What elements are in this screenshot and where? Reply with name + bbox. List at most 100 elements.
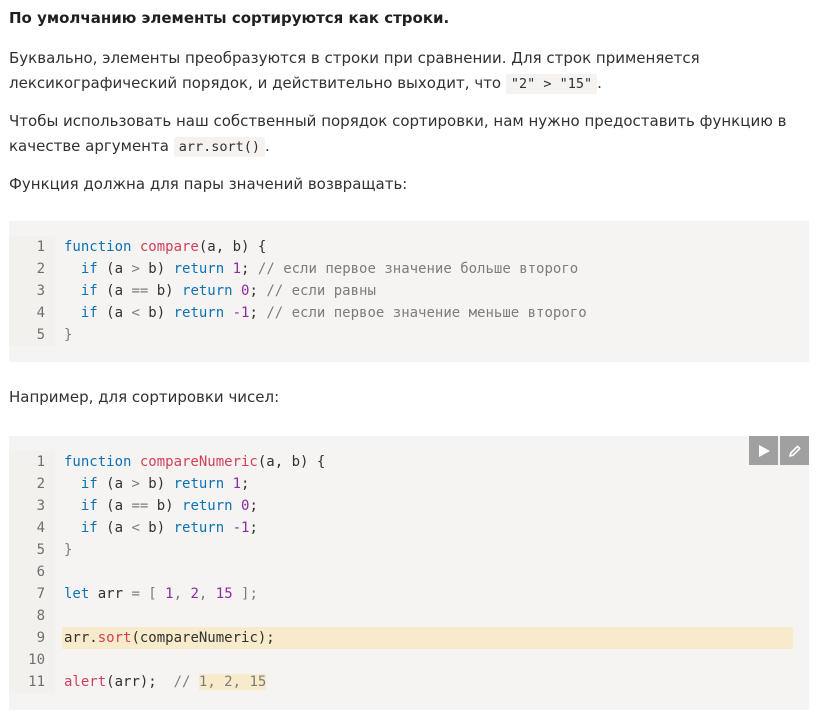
code-line: function compare(a, b) { [64,236,809,258]
code-token: 15 [215,586,233,602]
code-block-compare: 1 2 3 4 5 function compare(a, b) { if (a… [9,221,809,362]
code-token: -1 [232,305,250,321]
code-token: == [131,283,149,299]
code-line: let arr = [ 1, 2, 15 ]; [64,583,809,605]
code-token: if [64,476,98,492]
code-token: > [131,261,140,277]
code-token: return [173,520,233,536]
paragraph-custom-order: Чтобы использовать наш собственный поряд… [9,109,816,160]
code-line: if (a < b) return -1; [64,517,809,539]
line-number: 3 [36,498,45,514]
code-comment: // если равны [266,283,376,299]
code-token: < [131,520,140,536]
code-comment-highlighted: 1, 2, 15 [198,674,267,690]
paragraph-function-returns: Функция должна для пары значений возвращ… [9,175,408,193]
line-numbers: 1 2 3 4 5 [9,236,55,346]
code-line-highlighted: arr.sort(compareNumeric); [62,627,793,649]
code-token: (a [97,305,132,321]
code-token: } [64,542,73,558]
code-token: function [64,239,140,255]
code-line: } [64,324,809,346]
line-number: 11 [28,674,45,690]
code-token: ]; [232,586,258,602]
line-number: 10 [28,652,45,668]
code-token: (compareNumeric); [131,630,275,646]
code-token: alert [64,674,107,690]
code-token: ; [249,498,258,514]
code-token: 1 [165,586,174,602]
line-number: 3 [36,283,45,299]
code-token: b) [139,305,174,321]
code-token: arr. [64,630,98,646]
code-token: b) [148,498,183,514]
play-icon [758,444,770,457]
code-token: 2 [190,586,199,602]
inline-code-arr-sort: arr.sort() [173,137,265,157]
code-block-compare-numeric: 1 2 3 4 5 6 7 8 9 10 11 function compare… [9,436,809,710]
code-line: } [64,539,809,561]
edit-button[interactable] [780,436,809,465]
code-token: sort [97,630,132,646]
line-numbers: 1 2 3 4 5 6 7 8 9 10 11 [9,451,55,693]
code-token: if [64,520,98,536]
code-token: if [64,498,98,514]
line-number: 5 [36,327,45,343]
inline-code-comparison: "2" > "15" [505,74,598,94]
code-token: if [64,283,98,299]
code-line: function compareNumeric(a, b) { [64,451,809,473]
code-token: (a, b) { [257,454,326,470]
code-token: compare [139,239,199,255]
run-button[interactable] [749,436,778,465]
code-comment: // [173,674,199,690]
code-token: b) [139,261,174,277]
code-token: (a [97,476,132,492]
code-lines: function compareNumeric(a, b) { if (a > … [55,451,809,693]
line-number: 8 [36,608,45,624]
line-number: 6 [36,564,45,580]
line-number: 7 [36,586,45,602]
code-token: -1 [232,520,250,536]
code-token: == [131,498,149,514]
code-token: (a [97,283,132,299]
article-content: По умолчанию элементы сортируются как ст… [0,0,825,710]
code-token: if [64,261,98,277]
code-token: [ [139,586,166,602]
code-line: if (a < b) return -1; // если первое зна… [64,302,809,324]
code-token: b) [139,476,174,492]
code-line: if (a > b) return 1; // если первое знач… [64,258,809,280]
code-token: 1 [232,476,242,492]
code-line: if (a > b) return 1; [64,473,809,495]
code-token: function [64,454,140,470]
code-token: arr [97,586,132,602]
code-token: ; [249,305,267,321]
code-token: b) [148,283,183,299]
code-token: return [173,476,233,492]
code-toolbar [749,436,809,465]
code-comment: // если первое значение больше второго [257,261,579,277]
code-comment: // если первое значение меньше второго [266,305,587,321]
code-token: return [173,261,233,277]
code-lines: function compare(a, b) { if (a > b) retu… [55,236,809,346]
code-token: < [131,305,140,321]
code-token: = [131,586,140,602]
code-line: if (a == b) return 0; // если равны [64,280,809,302]
line-number: 9 [36,630,45,646]
code-token: return [182,283,242,299]
code-token: (a, b) { [198,239,267,255]
line-number: 5 [36,542,45,558]
code-token: ; [241,476,250,492]
code-token: (a [97,261,132,277]
code-token: ; [241,261,258,277]
code-token: ; [249,283,267,299]
code-token: return [173,305,233,321]
paragraph-text: . [264,137,270,155]
code-token: if [64,305,98,321]
code-token: , [198,586,216,602]
line-number: 1 [36,454,45,470]
code-token: 1 [232,261,242,277]
paragraph-example: Например, для сортировки чисел: [9,388,280,406]
paragraph-text: . [597,74,602,92]
